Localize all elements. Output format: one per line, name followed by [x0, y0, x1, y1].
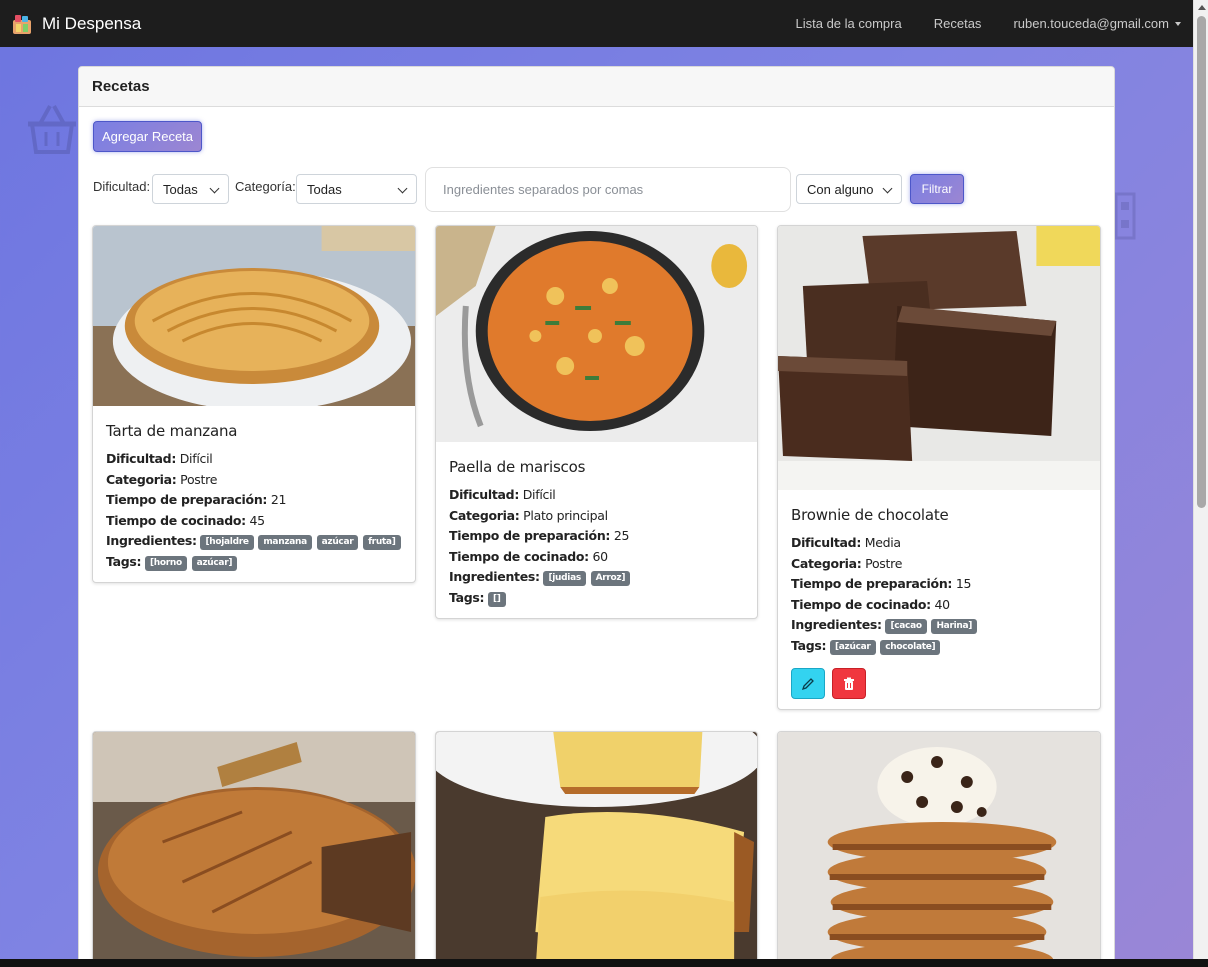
recipe-title: Paella de mariscos — [449, 458, 586, 476]
ingredient-badge: [judias — [543, 571, 586, 586]
field-label: Categoria: — [449, 507, 520, 523]
chevron-down-icon — [209, 183, 220, 194]
recipe-cook-time: 40 — [934, 596, 951, 612]
field-label: Ingredientes: — [106, 533, 197, 548]
field-label: Ingredientes: — [449, 569, 540, 584]
chevron-down-icon — [397, 183, 408, 194]
recipe-image-sponge-cake — [436, 732, 757, 965]
edit-recipe-button[interactable] — [791, 668, 825, 699]
recipe-card — [777, 731, 1101, 965]
field-label: Tags: — [106, 553, 142, 569]
category-label: Categoría: — [235, 179, 296, 194]
difficulty-select[interactable]: Todas — [152, 174, 229, 204]
recipe-card — [92, 731, 416, 965]
recipe-image-empanada — [93, 732, 415, 965]
pantry-logo-icon — [13, 14, 31, 34]
pencil-icon — [801, 677, 814, 690]
tag-badge: [horno — [144, 555, 187, 571]
recipe-category: Plato principal — [523, 507, 608, 523]
filter-button[interactable]: Filtrar — [910, 174, 964, 204]
qr-background-icon — [1114, 192, 1136, 240]
recipe-image-paella — [436, 226, 757, 442]
field-label: Dificultad: — [106, 451, 177, 466]
field-label: Tiempo de cocinado: — [449, 548, 589, 564]
tag-badge: [azúcar — [829, 639, 876, 655]
field-label: Dificultad: — [449, 487, 520, 502]
ingredient-badge: fruta] — [363, 535, 401, 550]
difficulty-label: Dificultad: — [93, 179, 151, 194]
scroll-up-icon[interactable] — [1194, 0, 1208, 15]
ingredient-badge: Arroz] — [590, 571, 631, 586]
recipe-cook-time: 45 — [249, 512, 266, 528]
ingredients-input[interactable]: Ingredientes separados por comas — [425, 167, 791, 212]
recipe-prep-time: 15 — [955, 576, 972, 591]
field-label: Tiempo de cocinado: — [791, 596, 931, 612]
field-label: Tags: — [449, 589, 485, 605]
recipe-image-brownie — [778, 226, 1100, 490]
scroll-thumb[interactable] — [1197, 16, 1206, 508]
recipe-image-apple-tart — [93, 226, 415, 406]
recipe-image-pancakes — [778, 732, 1100, 965]
field-label: Categoria: — [106, 471, 177, 487]
tag-badge: [] — [487, 591, 506, 607]
field-label: Tiempo de cocinado: — [106, 512, 246, 528]
brand[interactable]: Mi Despensa — [10, 12, 141, 36]
recipe-title: Brownie de chocolate — [791, 506, 949, 524]
recipe-prep-time: 25 — [613, 528, 630, 543]
field-label: Tags: — [791, 637, 827, 653]
recipe-difficulty: Difícil — [179, 451, 213, 466]
recipe-difficulty: Difícil — [522, 487, 556, 502]
ingredient-badge: azúcar — [316, 535, 359, 550]
delete-recipe-button[interactable] — [832, 668, 866, 699]
field-label: Tiempo de preparación: — [449, 528, 611, 543]
nav-shopping-list[interactable]: Lista de la compra — [796, 16, 902, 31]
recipe-card: Paella de mariscos Dificultad: Difícil C… — [435, 225, 758, 619]
field-label: Tiempo de preparación: — [106, 492, 268, 507]
recipe-cook-time: 60 — [592, 548, 609, 564]
recipe-actions — [791, 668, 1087, 699]
recipe-prep-time: 21 — [270, 492, 287, 507]
brand-name: Mi Despensa — [42, 13, 142, 33]
recipe-card: Tarta de manzana Dificultad: Difícil Cat… — [92, 225, 416, 583]
recipe-category: Postre — [865, 555, 903, 571]
match-select-value: Con alguno — [807, 181, 874, 197]
tag-badge: azúcar] — [191, 555, 238, 571]
recipes-card: Recetas Agregar Receta Dificultad: Todas… — [78, 66, 1115, 966]
top-navbar: Mi Despensa Lista de la compra Recetas r… — [0, 0, 1193, 47]
field-label: Tiempo de preparación: — [791, 576, 953, 591]
caret-down-icon — [1175, 21, 1181, 26]
category-select-value: Todas — [307, 181, 342, 197]
taskbar — [0, 959, 1208, 967]
card-header: Recetas — [79, 67, 1114, 107]
ingredient-badge: [cacao — [885, 619, 927, 634]
recipe-category: Postre — [180, 471, 218, 487]
filters-bar: Dificultad: Todas Categoría: Todas Ingre… — [93, 167, 1103, 212]
difficulty-select-value: Todas — [163, 181, 198, 197]
field-label: Ingredientes: — [791, 617, 882, 632]
user-email: ruben.touceda@gmail.com — [1013, 16, 1169, 31]
add-recipe-button[interactable]: Agregar Receta — [93, 121, 202, 152]
tag-badge: chocolate] — [880, 639, 941, 655]
field-label: Dificultad: — [791, 535, 862, 550]
ingredient-badge: Harina] — [931, 619, 978, 634]
user-menu[interactable]: ruben.touceda@gmail.com — [1013, 16, 1181, 31]
nav-recipes[interactable]: Recetas — [934, 16, 982, 31]
nav-links: Lista de la compra Recetas ruben.touceda… — [796, 16, 1181, 31]
ingredient-badge: manzana — [258, 535, 312, 550]
ingredient-badge: [hojaldre — [200, 535, 254, 550]
recipe-difficulty: Media — [864, 535, 901, 550]
recipe-title: Tarta de manzana — [106, 422, 238, 440]
chevron-down-icon — [882, 183, 893, 194]
page-scrollbar[interactable] — [1193, 0, 1208, 960]
basket-background-icon — [28, 105, 76, 154]
recipe-card: Brownie de chocolate Dificultad: Media C… — [777, 225, 1101, 710]
trash-icon — [844, 677, 854, 690]
match-select[interactable]: Con alguno — [796, 174, 902, 204]
field-label: Categoria: — [791, 555, 862, 571]
recipe-card — [435, 731, 758, 965]
category-select[interactable]: Todas — [296, 174, 417, 204]
